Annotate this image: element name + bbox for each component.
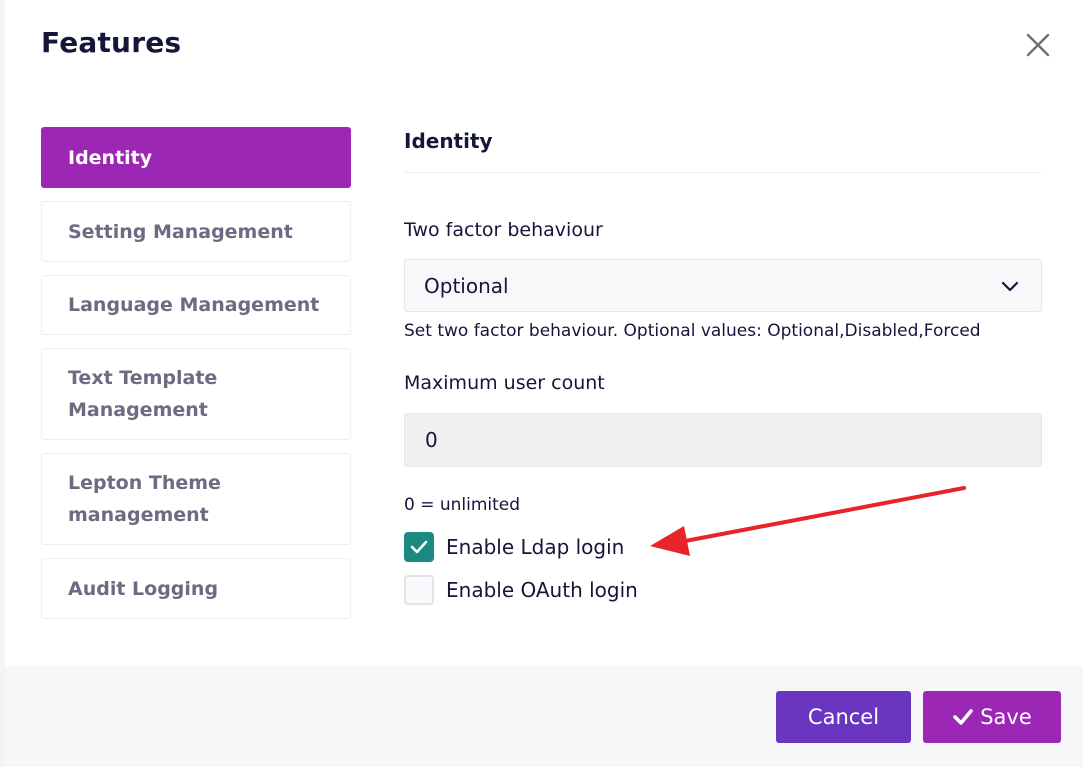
check-icon [952, 708, 974, 726]
save-button-label: Save [980, 705, 1032, 729]
enable-oauth-login-checkbox[interactable] [404, 575, 434, 605]
two-factor-select[interactable]: Optional [404, 259, 1042, 312]
sidebar-item-text-template-management[interactable]: Text Template Management [41, 348, 351, 440]
chevron-down-icon [1001, 281, 1019, 292]
enable-oauth-login-row[interactable]: Enable OAuth login [404, 575, 638, 605]
enable-oauth-login-label: Enable OAuth login [446, 578, 638, 602]
annotation-arrow-icon [650, 486, 966, 556]
modal-left-edge [0, 0, 5, 767]
sidebar-item-label: Setting Management [68, 220, 293, 243]
sidebar-item-label: Text Template Management [68, 367, 218, 421]
cancel-button[interactable]: Cancel [776, 691, 911, 743]
sidebar-item-audit-logging[interactable]: Audit Logging [41, 558, 351, 619]
sidebar-item-label: Audit Logging [68, 577, 219, 600]
close-icon [1026, 33, 1050, 57]
sidebar-item-setting-management[interactable]: Setting Management [41, 201, 351, 262]
sidebar-item-label: Identity [68, 146, 153, 169]
two-factor-selected-value: Optional [424, 273, 509, 298]
enable-ldap-login-checkbox[interactable] [404, 532, 434, 562]
sidebar-item-label: Lepton Theme management [68, 472, 221, 526]
panel-title: Identity [404, 129, 493, 153]
save-button[interactable]: Save [923, 691, 1061, 743]
two-factor-label: Two factor behaviour [404, 219, 603, 241]
max-user-count-hint: 0 = unlimited [404, 495, 521, 515]
sidebar-item-identity[interactable]: Identity [41, 127, 351, 188]
max-user-count-input[interactable]: 0 [404, 413, 1042, 467]
features-modal: Features Identity Setting Management Lan… [0, 0, 1083, 767]
close-button[interactable] [1022, 30, 1054, 60]
max-user-count-value: 0 [425, 428, 438, 452]
sidebar-item-language-management[interactable]: Language Management [41, 275, 351, 335]
modal-title: Features [41, 26, 182, 59]
cancel-button-label: Cancel [807, 705, 880, 729]
modal-footer [5, 666, 1083, 767]
sidebar-item-label: Language Management [68, 294, 320, 316]
enable-ldap-login-label: Enable Ldap login [446, 535, 625, 559]
max-user-count-label: Maximum user count [404, 372, 605, 394]
two-factor-hint: Set two factor behaviour. Optional value… [404, 321, 981, 341]
check-icon [410, 540, 428, 554]
enable-ldap-login-row[interactable]: Enable Ldap login [404, 532, 624, 562]
sidebar-item-lepton-theme-management[interactable]: Lepton Theme management [41, 453, 351, 545]
panel-divider [404, 172, 1042, 173]
